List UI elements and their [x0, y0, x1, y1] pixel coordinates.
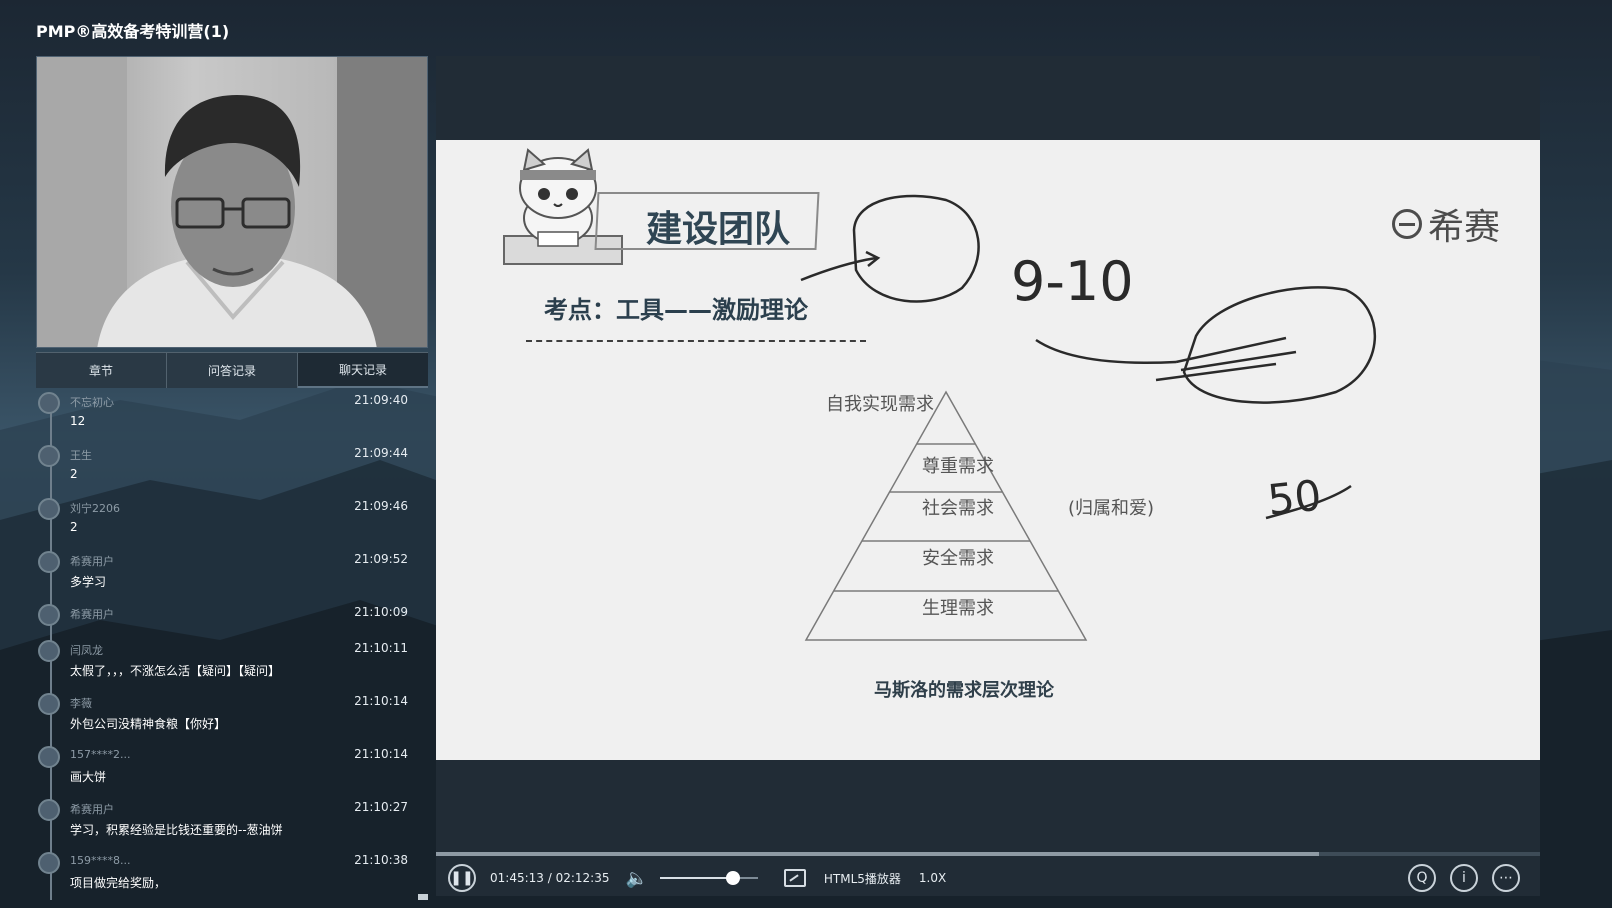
avatar-icon: [38, 693, 60, 715]
more-button[interactable]: ⋯: [1492, 864, 1520, 892]
volume-knob[interactable]: [726, 871, 741, 885]
webcam-video: [36, 56, 428, 348]
chat-message: 159****8... 21:10:38 项目做完给奖励，: [36, 850, 428, 902]
chat-text: 多学习: [70, 575, 107, 589]
chat-message: 希赛用户 21:10:09: [36, 602, 428, 638]
avatar-icon: [38, 852, 60, 874]
player-type-label[interactable]: HTML5播放器: [824, 870, 901, 887]
avatar-icon: [38, 640, 60, 662]
tab-qa-records[interactable]: 问答记录: [167, 353, 298, 388]
app-title: PMP®高效备考特训营(1): [36, 22, 230, 41]
chat-user: 王生: [70, 449, 92, 462]
volume-icon[interactable]: 🔈: [625, 868, 647, 889]
avatar-icon: [38, 392, 60, 414]
chat-text: 画大饼: [70, 770, 107, 784]
playback-time: 01:45:13 / 02:12:35: [490, 871, 610, 885]
tab-chapters[interactable]: 章节: [36, 353, 167, 388]
tab-chat-records[interactable]: 聊天记录: [298, 353, 428, 388]
chat-time: 21:09:52: [354, 552, 408, 566]
chat-text: 2: [70, 467, 78, 481]
avatar-icon: [38, 799, 60, 821]
chat-text: 2: [70, 520, 78, 534]
avatar-icon: [38, 445, 60, 467]
chat-message: 希赛用户 21:09:52 多学习: [36, 549, 428, 602]
subtitle-icon: Q: [1416, 870, 1428, 886]
chat-user: 李薇: [70, 697, 92, 710]
chat-user: 刘宁2206: [70, 502, 120, 515]
chat-time: 21:09:46: [354, 499, 408, 513]
chat-user: 希赛用户: [70, 555, 114, 568]
chat-message: 希赛用户 21:10:27 学习，积累经验是比钱还重要的--葱油饼: [36, 797, 428, 850]
chat-user: 不忘初心: [70, 396, 114, 409]
presenter-figure: [37, 57, 427, 347]
chat-time: 21:10:14: [354, 694, 408, 708]
pip-icon[interactable]: [783, 869, 806, 887]
subtitle-button[interactable]: Q: [1408, 864, 1436, 892]
chat-text: 学习，积累经验是比钱还重要的--葱油饼: [70, 823, 283, 837]
chat-text: 12: [70, 414, 86, 428]
chat-list[interactable]: 不忘初心 21:09:40 12 王生 21:09:44 2 刘宁2206 21…: [36, 390, 428, 902]
chat-user: 159****8...: [70, 854, 131, 867]
chat-message: 闫凤龙 21:10:11 太假了，，，不涨怎么活【疑问】【疑问】: [36, 638, 428, 691]
pause-icon: ❚❚: [450, 870, 474, 886]
chat-message: 王生 21:09:44 2: [36, 443, 428, 496]
player-right-icons: Q i ⋯: [1408, 864, 1520, 892]
sidebar-tabs: 章节 问答记录 聊天记录: [36, 352, 428, 388]
playback-speed[interactable]: 1.0X: [919, 871, 946, 885]
avatar-icon: [38, 551, 60, 573]
chat-message: 刘宁2206 21:09:46 2: [36, 496, 428, 549]
avatar-icon: [38, 746, 60, 768]
chat-message: 157****2... 21:10:14 画大饼: [36, 744, 428, 797]
chat-time: 21:10:38: [354, 853, 408, 867]
pause-button[interactable]: ❚❚: [448, 864, 476, 892]
chat-user: 157****2...: [70, 748, 131, 761]
chat-time: 21:10:27: [354, 800, 408, 814]
chat-time: 21:10:14: [354, 747, 408, 761]
chat-scrollbar[interactable]: [418, 894, 428, 900]
chat-user: 希赛用户: [70, 608, 114, 621]
volume-slider[interactable]: [659, 871, 758, 885]
chat-message: 李薇 21:10:14 外包公司没精神食粮【你好】: [36, 691, 428, 744]
slide-content: 建设团队 希赛 考点：工具——激励理论 自我实现需求 尊重需求 社会需求 安全需…: [436, 140, 1540, 760]
info-icon: i: [1462, 870, 1466, 886]
playback-progress-fill: [436, 852, 1320, 856]
player-controls: ❚❚ 01:45:13 / 02:12:35 🔈 HTML5播放器 1.0X Q…: [436, 858, 1540, 898]
playback-progress-bar[interactable]: [436, 852, 1540, 856]
handwriting-annotations: 9-10 50: [800, 194, 1377, 525]
chat-user: 闫凤龙: [70, 644, 103, 657]
chat-text: 项目做完给奖励，: [70, 876, 167, 890]
chat-text: 太假了，，，不涨怎么活【疑问】【疑问】: [70, 664, 281, 678]
chat-time: 21:10:11: [354, 641, 408, 655]
volume-fill: [659, 877, 734, 879]
avatar-icon: [38, 604, 60, 626]
chat-time: 21:10:09: [354, 605, 408, 619]
chat-time: 21:09:44: [354, 446, 408, 460]
handwritten-note-9-10: 9-10: [1011, 250, 1134, 313]
chat-user: 希赛用户: [70, 803, 114, 816]
chat-message: 不忘初心 21:09:40 12: [36, 390, 428, 443]
chat-time: 21:09:40: [354, 393, 408, 407]
info-button[interactable]: i: [1450, 864, 1478, 892]
more-icon: ⋯: [1499, 870, 1513, 886]
chat-text: 外包公司没精神食粮【你好】: [70, 717, 227, 731]
avatar-icon: [38, 498, 60, 520]
